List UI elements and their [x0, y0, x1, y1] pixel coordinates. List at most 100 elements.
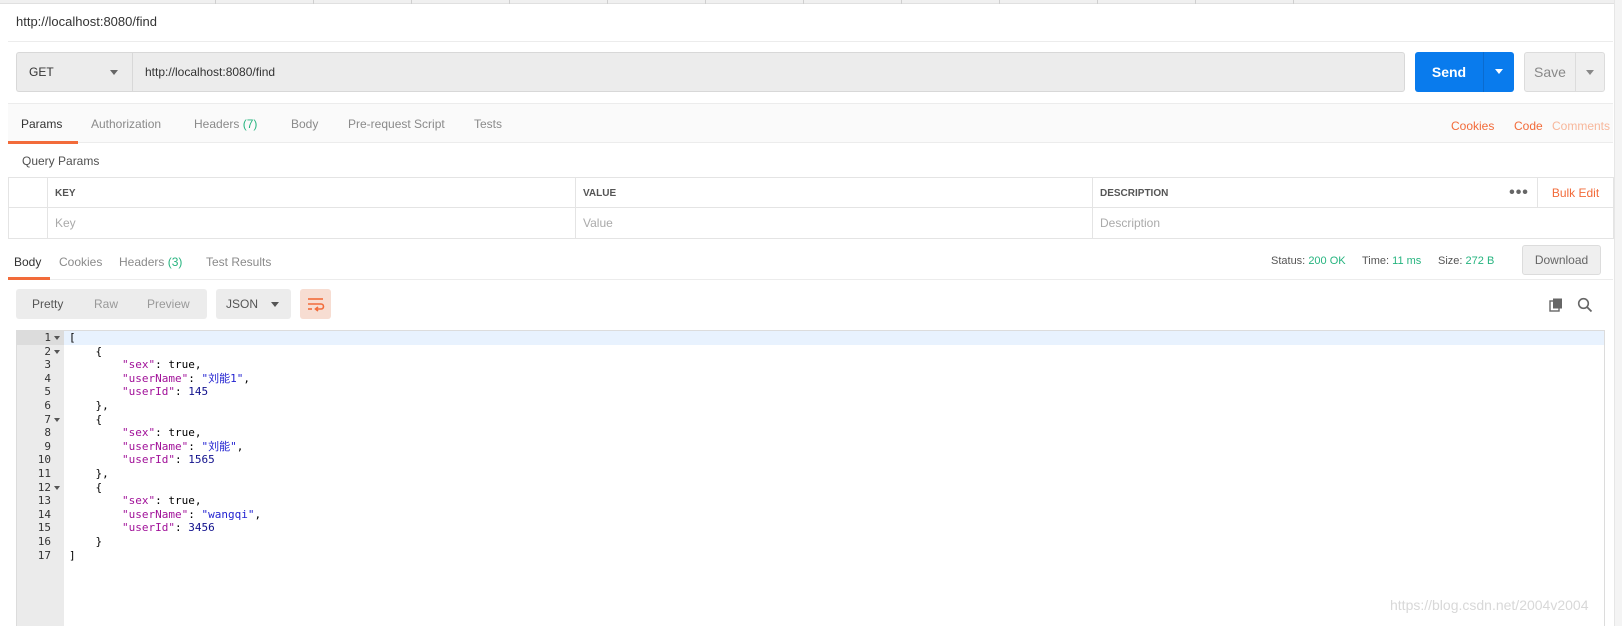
response-tabs: Body Cookies Headers (3) Test Results St… [8, 243, 1613, 280]
code-text: "userName": "刘能", [121, 439, 244, 453]
method-select[interactable]: GET [16, 52, 132, 92]
time-readout: Time: 11 ms [1362, 255, 1421, 267]
send-dropdown-chevron-icon[interactable] [1495, 69, 1503, 74]
code-text: { [69, 480, 103, 494]
title-divider [8, 41, 1613, 42]
wrap-lines-icon [308, 298, 325, 312]
code-text: [ [69, 331, 76, 344]
url-input[interactable]: http://localhost:8080/find [132, 52, 1405, 92]
search-icon[interactable] [1577, 297, 1593, 313]
table-row: Key Value Description [9, 208, 1613, 238]
status-value: 200 OK [1308, 255, 1346, 267]
line-number: 6 [44, 399, 51, 412]
code-line: 5 "userId": 145 [17, 385, 1604, 399]
tab-response-headers[interactable]: Headers (3) [119, 255, 182, 269]
line-number: 10 [37, 453, 51, 467]
status-readout: Status: 200 OK [1271, 255, 1346, 267]
tab-response-headers-label: Headers [119, 255, 165, 269]
line-number: 1 [44, 331, 51, 344]
line-number: 17 [37, 548, 51, 562]
copy-icon[interactable] [1548, 297, 1564, 313]
bulk-edit-button[interactable]: Bulk Edit [1537, 178, 1613, 208]
send-label: Send [1431, 64, 1467, 80]
key-input[interactable]: Key [47, 208, 575, 238]
cookies-link[interactable]: Cookies [1451, 119, 1494, 133]
format-label: JSON [226, 297, 259, 311]
tab-headers[interactable]: Headers (7) [194, 117, 257, 131]
request-tabs: Params Authorization Headers (7) Body Pr… [8, 103, 1613, 144]
tab-headers-label: Headers [194, 117, 240, 131]
value-input[interactable]: Value [575, 208, 1092, 238]
code-text: "sex": true, [121, 494, 202, 508]
line-number: 2 [44, 344, 51, 358]
send-divider [1483, 52, 1484, 92]
preview-button[interactable]: Preview [147, 289, 190, 319]
line-number: 15 [37, 521, 51, 535]
column-key: KEY [47, 178, 575, 208]
code-line: 9 "userName": "刘能", [17, 439, 1604, 454]
code-line: 11 }, [17, 467, 1604, 481]
tab-response-body[interactable]: Body [14, 255, 41, 269]
active-tab-indicator [8, 141, 78, 144]
tab-headers-count: (7) [242, 117, 258, 131]
code-link[interactable]: Code [1514, 119, 1543, 133]
code-line: 2 { [17, 344, 1604, 359]
fold-toggle-icon[interactable] [54, 336, 60, 340]
code-line: 15 "userId": 3456 [17, 521, 1604, 535]
query-params-title: Query Params [22, 154, 100, 168]
chevron-down-icon [110, 70, 118, 75]
more-options-icon[interactable]: ••• [1501, 178, 1537, 208]
code-line: 1[ [17, 331, 1604, 345]
code-line: 13 "sex": true, [17, 494, 1604, 508]
raw-button[interactable]: Raw [94, 289, 118, 319]
tab-test-results[interactable]: Test Results [206, 255, 271, 269]
line-number: 5 [44, 385, 51, 399]
column-description: DESCRIPTION [1092, 178, 1501, 208]
save-dropdown-chevron-icon[interactable] [1586, 70, 1594, 75]
description-input[interactable]: Description [1092, 208, 1613, 238]
tab-pre-request-script[interactable]: Pre-request Script [348, 117, 445, 131]
code-text: "userId": 1565 [121, 453, 215, 467]
tab-response-cookies[interactable]: Cookies [59, 255, 102, 269]
code-line: 7 { [17, 412, 1604, 427]
column-value: VALUE [575, 178, 1092, 208]
line-number: 7 [44, 412, 51, 426]
time-value: 11 ms [1392, 255, 1422, 267]
method-label: GET [29, 65, 54, 79]
query-params-table: KEY VALUE DESCRIPTION ••• Bulk Edit Key … [8, 177, 1614, 239]
wrap-lines-button[interactable] [300, 289, 331, 319]
tab-tests[interactable]: Tests [474, 117, 502, 131]
code-line: 17] [17, 548, 1604, 563]
time-label: Time: [1362, 255, 1390, 267]
send-button[interactable]: Send [1415, 52, 1514, 92]
line-number: 14 [37, 507, 51, 521]
pretty-button[interactable]: Pretty [32, 289, 63, 319]
size-readout: Size: 272 B [1438, 255, 1494, 267]
save-button[interactable]: Save [1524, 52, 1605, 92]
code-text: }, [69, 399, 109, 412]
code-line: 4 "userName": "刘能1", [17, 372, 1604, 386]
fold-toggle-icon[interactable] [54, 485, 60, 490]
size-value: 272 B [1465, 255, 1495, 267]
code-text: "userName": "wangqi", [121, 507, 262, 521]
line-number: 13 [37, 494, 51, 508]
fold-toggle-icon[interactable] [54, 417, 60, 422]
download-button[interactable]: Download [1522, 245, 1601, 275]
code-line: 12 { [17, 480, 1604, 495]
tab-authorization[interactable]: Authorization [91, 117, 161, 131]
comments-link[interactable]: Comments [1552, 119, 1610, 133]
watermark: https://blog.csdn.net/2004v2004 [1390, 597, 1589, 613]
response-body-editor[interactable]: 1[2 {3 "sex": true, 4 "userName": "刘能1", 5… [16, 330, 1605, 626]
code-text: }, [69, 467, 109, 480]
line-number: 9 [44, 439, 51, 453]
code-text: { [69, 412, 103, 426]
code-text: "sex": true, [121, 426, 202, 440]
tab-body[interactable]: Body [291, 117, 318, 131]
fold-toggle-icon[interactable] [54, 349, 60, 354]
code-line: 14 "userName": "wangqi", [17, 507, 1604, 522]
tab-params[interactable]: Params [21, 117, 62, 131]
scrollbar[interactable] [1614, 0, 1622, 626]
line-number: 3 [44, 358, 51, 372]
format-select[interactable]: JSON [216, 289, 291, 319]
code-line: 16 } [17, 535, 1604, 549]
